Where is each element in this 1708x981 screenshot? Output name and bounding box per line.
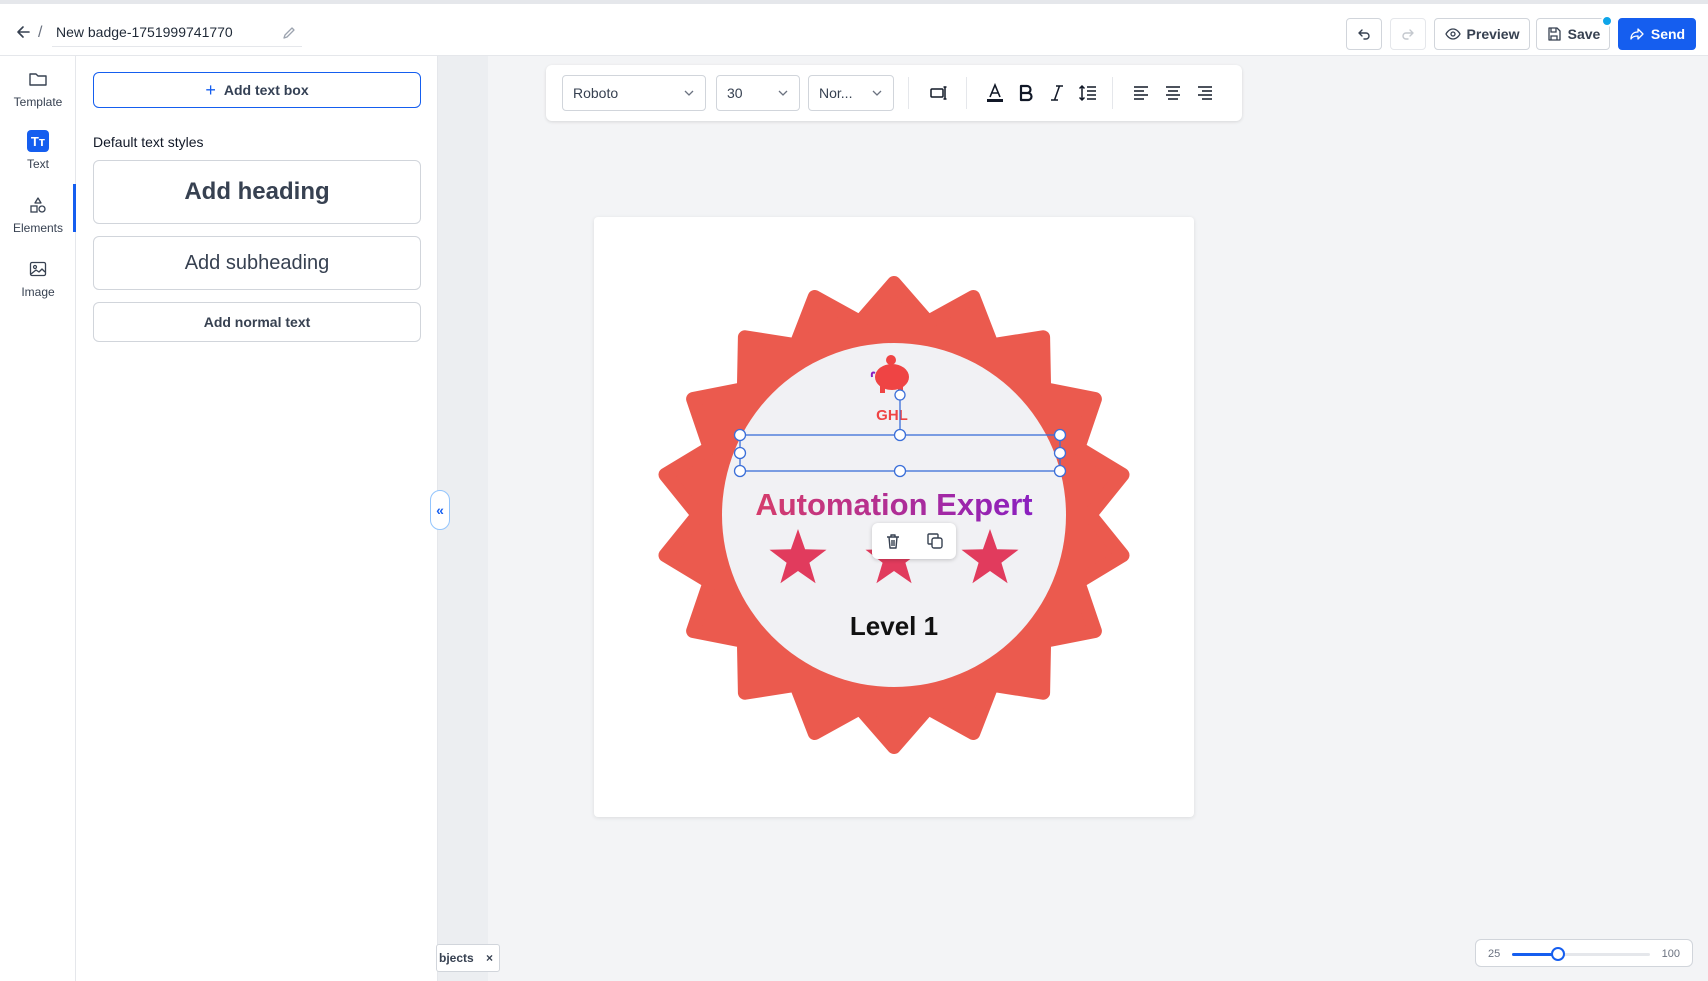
toolbar-divider [966,77,967,109]
font-size-value: 30 [727,85,743,101]
duplicate-icon[interactable] [925,531,945,551]
floppy-disk-icon [1547,27,1561,41]
chevron-down-icon [872,90,882,96]
preview-button[interactable]: Preview [1434,18,1530,50]
font-family-select[interactable]: Roboto [562,75,706,111]
default-styles-heading: Default text styles [93,134,204,150]
collapse-panel-button[interactable]: « [430,490,450,530]
top-bar: / New badge-1751999741770 Preview Save S… [0,0,1708,56]
objects-panel-tab[interactable]: bjects × [436,944,500,972]
align-left-icon[interactable] [1128,80,1154,106]
zoom-control: 25 100 [1475,939,1693,967]
folder-icon [27,68,49,90]
undo-icon [1358,29,1370,40]
add-heading-button[interactable]: Add heading [93,160,421,224]
chevron-down-icon [778,90,788,96]
text-format-toolbar: Roboto 30 Nor... [546,65,1242,121]
save-button[interactable]: Save [1536,18,1610,50]
redo-icon [1402,29,1414,40]
font-family-value: Roboto [573,85,619,101]
rail-label-image: Image [21,285,55,299]
zoom-min-label: 25 [1488,948,1501,960]
rail-item-text[interactable]: Tт Text [0,130,76,186]
chevron-down-icon [684,90,694,96]
redo-button[interactable] [1390,18,1426,50]
back-arrow-icon[interactable] [14,22,34,42]
toolbar-divider [1112,77,1113,109]
zoom-slider-thumb[interactable] [1550,947,1565,961]
badge-artboard[interactable]: GHL Automation Expert Level 1 [594,217,1194,817]
send-label: Send [1650,26,1686,42]
notification-dot [1601,15,1613,27]
resize-handle [893,464,907,478]
rail-item-template[interactable]: Template [0,68,76,124]
resize-handle [1053,428,1067,442]
resize-handle [733,464,747,478]
text-panel: + Add text box Default text styles Add h… [76,56,438,981]
resize-handle [1053,464,1067,478]
undo-button[interactable] [1346,18,1382,50]
rail-item-elements[interactable]: Elements [0,194,76,250]
add-subheading-button[interactable]: Add subheading [93,236,421,290]
bold-icon[interactable] [1013,80,1039,106]
text-tt-icon: Tт [27,130,49,152]
toolbar-divider [908,77,909,109]
send-button[interactable]: Send [1618,18,1696,50]
italic-icon[interactable] [1044,80,1070,106]
font-weight-value: Nor... [819,85,853,101]
objects-tab-label: bjects [439,951,474,965]
rail-item-image[interactable]: Image [0,258,76,314]
text-resize-icon[interactable] [926,80,952,106]
left-rail: Template Tт Text Elements Image [0,56,76,981]
line-height-icon[interactable] [1075,80,1101,106]
plus-icon: + [205,80,216,100]
align-center-icon[interactable] [1160,80,1186,106]
rail-label-text: Text [26,157,49,171]
breadcrumb-separator: / [38,24,43,41]
image-icon [27,258,49,280]
trash-icon[interactable] [883,531,903,551]
zoom-slider-track[interactable] [1512,947,1650,961]
zoom-max-label: 100 [1661,948,1680,960]
rotate-handle [894,389,906,401]
badge-graphic: GHL Automation Expert Level 1 [658,276,1130,754]
resize-handle [733,446,747,460]
preview-label: Preview [1466,26,1520,42]
add-text-box-button[interactable]: + Add text box [93,72,421,108]
double-chevron-left-icon: « [436,502,444,518]
eye-icon [1444,28,1461,40]
align-right-icon[interactable] [1192,80,1218,106]
resize-handle [1053,446,1067,460]
badge-title-text[interactable]: Automation Expert [755,487,1032,522]
save-label: Save [1567,26,1601,42]
font-weight-select[interactable]: Nor... [808,75,894,111]
element-actions-popover [872,523,956,559]
level-text[interactable]: Level 1 [850,611,938,641]
add-text-box-label: Add text box [223,82,309,98]
close-icon[interactable]: × [486,951,493,965]
document-title-input[interactable]: New badge-1751999741770 [52,17,302,47]
pencil-edit-icon[interactable] [281,25,297,41]
share-arrow-icon [1630,28,1644,40]
add-normal-text-button[interactable]: Add normal text [93,302,421,342]
shapes-icon [27,194,49,216]
rail-label-elements: Elements [12,221,64,235]
rail-label-template: Template [13,95,63,109]
font-size-select[interactable]: 30 [716,75,800,111]
logo-text[interactable]: GHL [876,407,908,424]
resize-handle [733,428,747,442]
text-color-icon[interactable] [982,80,1008,106]
resize-handle [893,428,907,442]
